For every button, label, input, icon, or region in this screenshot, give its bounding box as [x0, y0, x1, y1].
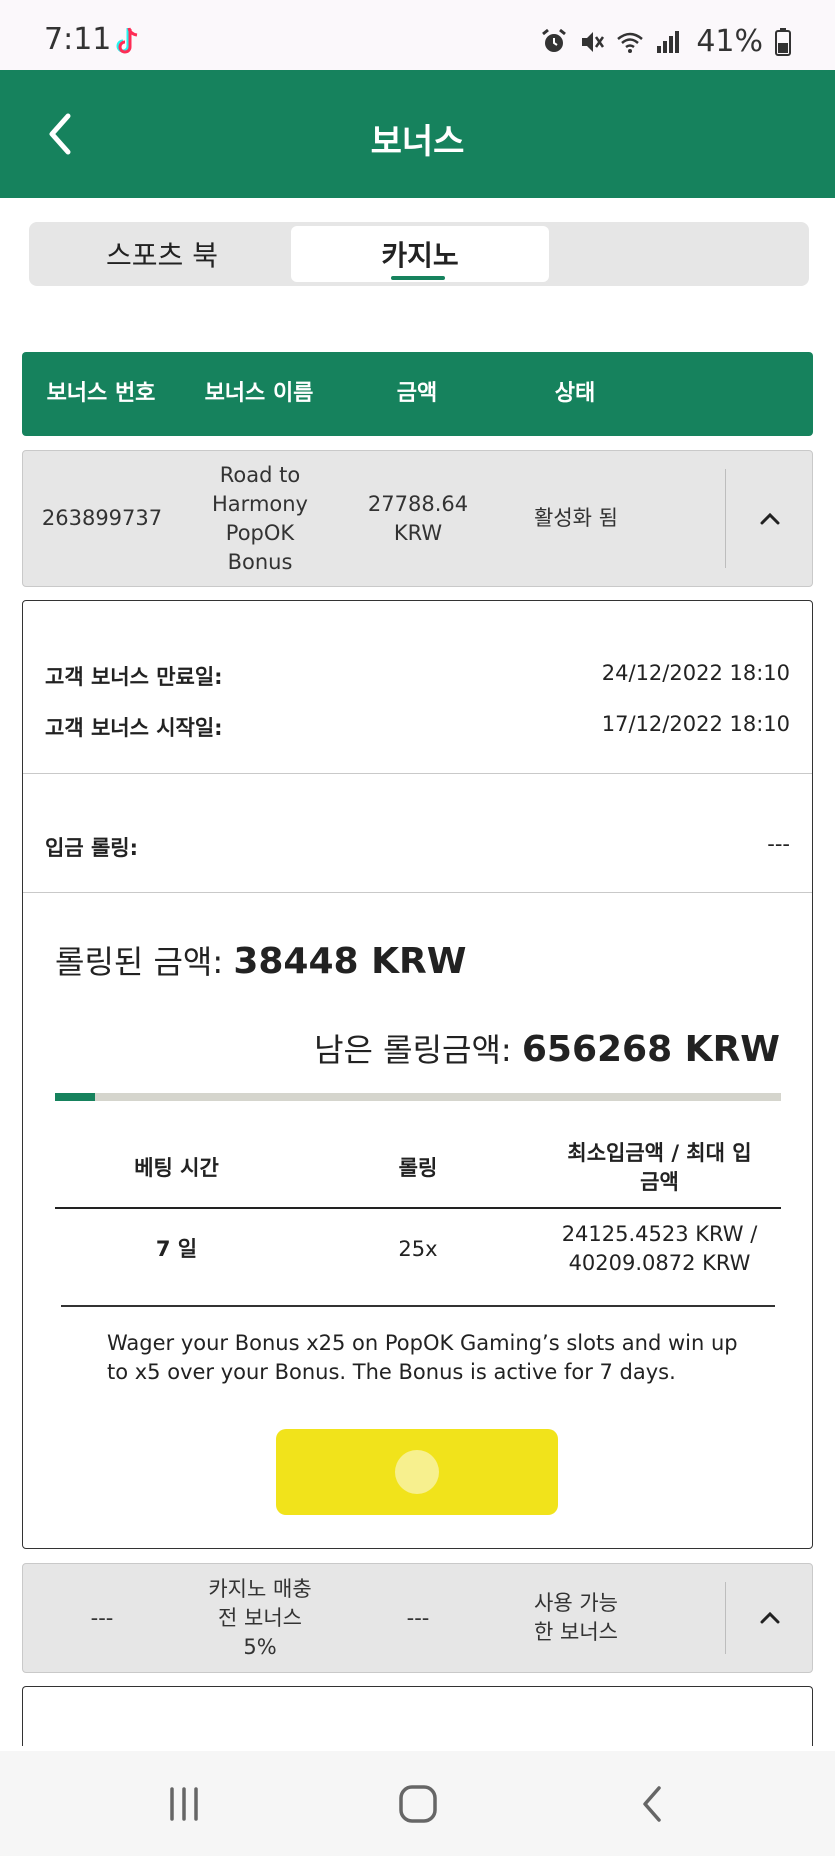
chevron-up-icon[interactable] — [750, 503, 790, 535]
bonus-name: 카지노 매충 전 보너스 5% — [208, 1576, 312, 1659]
battery-icon — [775, 27, 791, 56]
expiry-label: 고객 보너스 만료일: — [45, 665, 223, 689]
tab-label: 스포츠 북 — [106, 239, 218, 272]
column-header-status: 상태 — [554, 381, 596, 406]
bonus-row[interactable]: --- 카지노 매충 전 보너스 5% --- 사용 가능한 보너스 — [22, 1563, 813, 1673]
tab-label: 카지노 — [381, 239, 459, 272]
tab-sportsbook[interactable]: 스포츠 북 — [33, 226, 291, 282]
system-nav-bar — [0, 1751, 835, 1856]
rolled-label: 롤링된 금액: — [55, 943, 224, 981]
home-icon[interactable] — [390, 1781, 446, 1827]
bonus-amount: --- — [406, 1605, 430, 1630]
wager-table: 베팅 시간 롤링 최소입금액 / 최대 입금액 7 일 25x 24125.45… — [55, 1129, 781, 1289]
tiktok-icon — [116, 27, 138, 54]
battery-percent: 41% — [696, 24, 763, 59]
rolled-amount: 롤링된 금액: 38448 KRW — [55, 937, 466, 983]
column-header-amount: 금액 — [396, 381, 438, 406]
page-title: 보너스 — [370, 122, 465, 162]
status-bar: 7:11 41% — [0, 0, 835, 70]
status-time: 7:11 — [44, 22, 112, 57]
rolling-progress-fill — [55, 1093, 95, 1101]
tab-casino[interactable]: 카지노 — [291, 226, 549, 282]
column-header-rolling: 롤링 — [398, 1155, 438, 1180]
deposit-rolling-label: 입금 롤링: — [45, 836, 138, 860]
bet-time-value: 7 일 — [155, 1236, 198, 1261]
alarm-icon — [542, 28, 567, 52]
recent-apps-icon[interactable] — [156, 1781, 212, 1827]
column-header-bet-time: 베팅 시간 — [134, 1155, 219, 1180]
remaining-label: 남은 롤링금액: — [314, 1031, 512, 1069]
deposit-rolling-value: --- — [767, 832, 790, 856]
row-divider — [725, 1582, 726, 1654]
bonus-amount: 27788.64 KRW — [367, 491, 469, 545]
table-row: 7 일 25x 24125.4523 KRW / 40209.0872 KRW — [55, 1209, 781, 1289]
signal-icon — [657, 30, 680, 53]
app-header: 보너스 — [0, 70, 835, 198]
rolling-progress-bar — [55, 1093, 781, 1101]
bonus-table-header: 보너스 번호 보너스 이름 금액 상태 — [22, 352, 813, 436]
loading-spinner-icon — [395, 1450, 439, 1494]
bonus-row[interactable]: 263899737 Road to Harmony PopOK Bonus 27… — [22, 450, 813, 587]
claim-button-loading[interactable] — [276, 1429, 558, 1515]
bonus-name: Road to Harmony PopOK Bonus — [212, 462, 308, 574]
start-label: 고객 보너스 시작일: — [45, 716, 223, 740]
deposit-range-value: 24125.4523 KRW / 40209.0872 KRW — [561, 1222, 758, 1275]
rolled-value: 38448 KRW — [233, 941, 467, 982]
wager-table-header: 베팅 시간 롤링 최소입금액 / 최대 입금액 — [55, 1129, 781, 1209]
remaining-value: 656268 KRW — [521, 1029, 780, 1070]
chevron-up-icon[interactable] — [750, 1602, 790, 1634]
bonus-number: --- — [90, 1605, 114, 1630]
divider — [23, 773, 812, 774]
start-value: 17/12/2022 18:10 — [601, 712, 790, 736]
column-header-deposit-range: 최소입금액 / 최대 입금액 — [567, 1141, 752, 1194]
expiry-value: 24/12/2022 18:10 — [601, 661, 790, 685]
rolling-value: 25x — [398, 1236, 438, 1261]
back-icon[interactable] — [625, 1781, 681, 1827]
bonus-detail-panel — [22, 1686, 813, 1746]
divider — [61, 1305, 775, 1307]
column-header-number: 보너스 번호 — [46, 381, 156, 406]
bonus-number: 263899737 — [41, 506, 163, 530]
bonus-detail-panel: 고객 보너스 만료일: 24/12/2022 18:10 고객 보너스 시작일:… — [22, 600, 813, 1549]
row-divider — [725, 469, 726, 568]
bonus-description: Wager your Bonus x25 on PopOK Gaming’s s… — [107, 1331, 738, 1384]
divider — [23, 892, 812, 893]
remaining-amount: 남은 롤링금액: 656268 KRW — [314, 1025, 780, 1071]
bonus-status: 사용 가능한 보너스 — [534, 1591, 618, 1644]
active-tab-indicator — [391, 276, 445, 280]
tab-bar: 스포츠 북 카지노 — [29, 222, 809, 286]
status-icons: 41% — [540, 24, 791, 59]
column-header-name: 보너스 이름 — [204, 381, 314, 406]
mute-icon — [582, 31, 605, 52]
bonus-status: 활성화 됨 — [534, 506, 618, 530]
wifi-icon — [617, 32, 644, 53]
